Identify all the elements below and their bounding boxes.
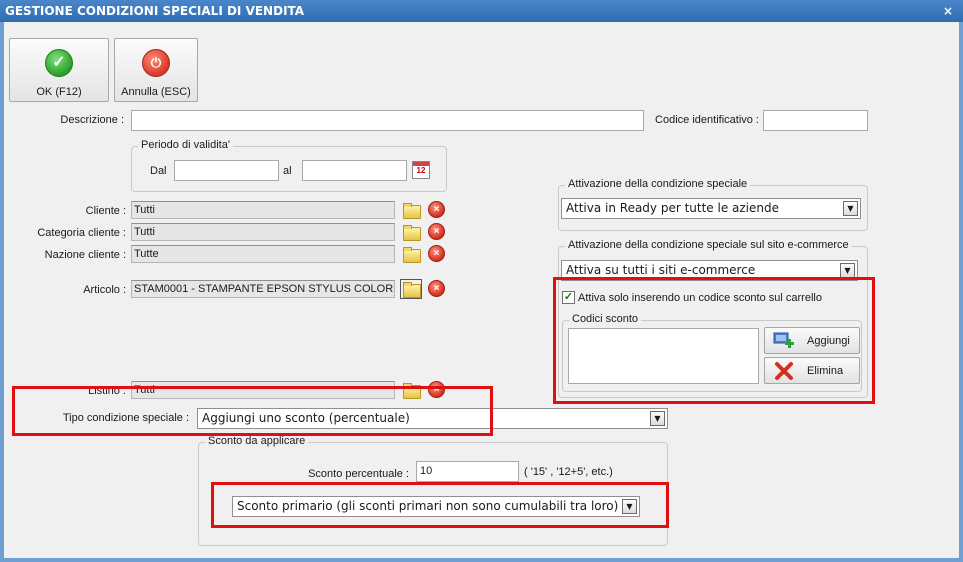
delete-icon[interactable]: ×: [428, 280, 445, 297]
delete-x-icon: [775, 362, 793, 380]
nazione-field: Tutte: [131, 245, 395, 263]
descrizione-input[interactable]: [131, 110, 644, 131]
folder-icon[interactable]: [402, 246, 421, 263]
codice-label: Codice identificativo :: [655, 114, 759, 126]
dialog-body: ✓ OK (F12) ⏻ Annulla (ESC) Descrizione :…: [4, 22, 959, 558]
articolo-field: STAM0001 - STAMPANTE EPSON STYLUS COLOR …: [131, 280, 395, 298]
dal-label: Dal: [150, 165, 167, 177]
power-icon: ⏻: [142, 49, 170, 77]
nazione-label: Nazione cliente :: [44, 249, 126, 261]
dal-input[interactable]: [174, 160, 279, 181]
delete-code-button[interactable]: Elimina: [764, 357, 860, 384]
codice-sconto-checkbox-label: Attiva solo inserendo un codice sconto s…: [578, 292, 822, 304]
categoria-label: Categoria cliente :: [37, 227, 126, 239]
tipo-label: Tipo condizione speciale :: [62, 412, 189, 424]
al-label: al: [283, 165, 292, 177]
sconto-perc-label: Sconto percentuale :: [308, 468, 409, 480]
folder-icon[interactable]: [402, 202, 421, 219]
codici-sconto-title: Codici sconto: [569, 313, 642, 325]
ok-button[interactable]: ✓ OK (F12): [9, 38, 109, 102]
attivazione-select[interactable]: Attiva in Ready per tutte le aziende ▼: [561, 198, 861, 219]
cancel-button-label: Annulla (ESC): [121, 86, 191, 98]
chevron-down-icon[interactable]: ▼: [622, 499, 637, 514]
add-code-label: Aggiungi: [807, 335, 850, 347]
chevron-down-icon[interactable]: ▼: [843, 201, 858, 216]
periodo-title: Periodo di validita': [138, 139, 233, 151]
chevron-down-icon[interactable]: ▼: [840, 263, 855, 278]
ok-button-label: OK (F12): [36, 86, 82, 98]
folder-icon[interactable]: [402, 382, 421, 399]
al-input[interactable]: [302, 160, 407, 181]
tipo-select-value: Aggiungi uno sconto (percentuale): [202, 411, 410, 425]
cliente-field: Tutti: [131, 201, 395, 219]
codice-input[interactable]: [763, 110, 868, 131]
add-code-button[interactable]: Aggiungi: [764, 327, 860, 354]
codice-sconto-checkbox[interactable]: ✓: [562, 291, 575, 304]
descrizione-label: Descrizione :: [60, 114, 124, 126]
cancel-button[interactable]: ⏻ Annulla (ESC): [114, 38, 198, 102]
delete-icon[interactable]: ×: [428, 381, 445, 398]
add-icon: [773, 332, 794, 348]
categoria-field: Tutti: [131, 223, 395, 241]
listino-label: Listino :: [88, 385, 126, 397]
window-title: GESTIONE CONDIZIONI SPECIALI DI VENDITA: [5, 4, 305, 18]
sconto-tipo-select[interactable]: Sconto primario (gli sconti primari non …: [232, 496, 640, 517]
folder-icon[interactable]: [400, 279, 422, 299]
delete-icon[interactable]: ×: [428, 245, 445, 262]
listino-field: Tutti: [131, 381, 395, 399]
window-titlebar: GESTIONE CONDIZIONI SPECIALI DI VENDITA …: [0, 0, 963, 22]
delete-code-label: Elimina: [807, 365, 844, 377]
cliente-label: Cliente :: [85, 205, 126, 217]
sconto-perc-input[interactable]: 10: [416, 461, 519, 482]
ecommerce-select-value: Attiva su tutti i siti e-commerce: [566, 263, 756, 277]
sconto-tipo-value: Sconto primario (gli sconti primari non …: [237, 499, 619, 513]
attivazione-select-value: Attiva in Ready per tutte le aziende: [566, 201, 780, 215]
codici-sconto-list[interactable]: [568, 328, 759, 384]
calendar-icon[interactable]: 12: [412, 161, 430, 179]
sconto-group: Sconto da applicare: [198, 435, 668, 546]
close-icon[interactable]: ×: [943, 0, 953, 22]
delete-icon[interactable]: ×: [428, 201, 445, 218]
attivazione-title: Attivazione della condizione speciale: [565, 178, 751, 190]
folder-icon[interactable]: [402, 224, 421, 241]
tipo-select[interactable]: Aggiungi uno sconto (percentuale) ▼: [197, 408, 668, 429]
ecommerce-select[interactable]: Attiva su tutti i siti e-commerce ▼: [561, 260, 858, 281]
checkmark-icon: ✓: [45, 49, 73, 77]
chevron-down-icon[interactable]: ▼: [650, 411, 665, 426]
articolo-label: Articolo :: [83, 284, 126, 296]
delete-icon[interactable]: ×: [428, 223, 445, 240]
sconto-group-title: Sconto da applicare: [205, 435, 309, 447]
sconto-hint: ( '15' , '12+5', etc.): [524, 466, 613, 478]
ecommerce-title: Attivazione della condizione speciale su…: [565, 239, 852, 251]
